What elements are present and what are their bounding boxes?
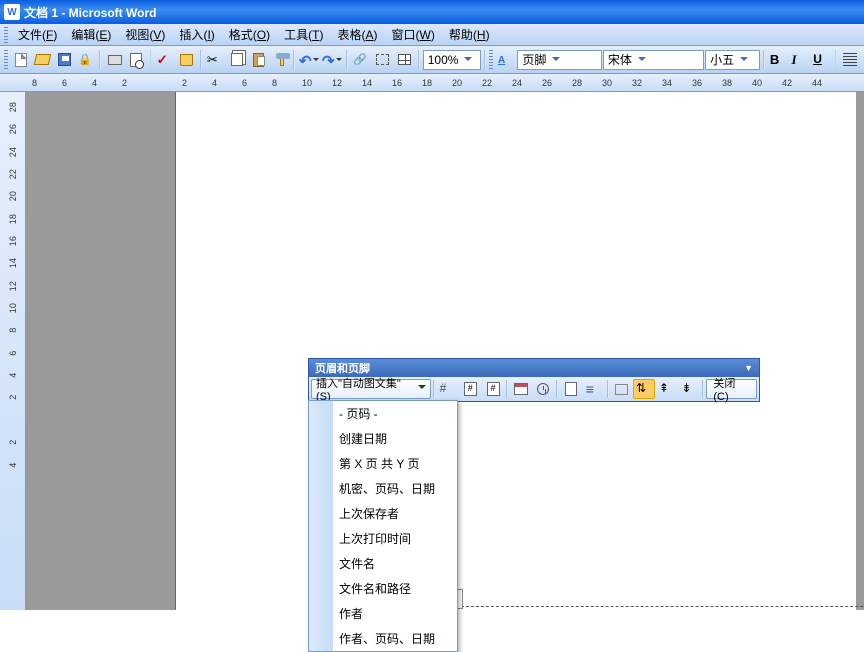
paste-button[interactable]	[248, 49, 269, 71]
header-footer-toolbar[interactable]: 页眉和页脚 插入"自动图文集"(S) 关闭(C)	[308, 358, 760, 402]
toolbar-handle[interactable]	[4, 27, 8, 43]
cut-button[interactable]	[205, 49, 226, 71]
autotext-item-author-page-date[interactable]: 作者、页码、日期	[309, 626, 457, 651]
separator	[506, 380, 508, 398]
tables-borders-button[interactable]	[373, 49, 394, 71]
footer-edit-zone[interactable]: 页脚 ⌐	[431, 606, 864, 610]
copy-button[interactable]	[226, 49, 247, 71]
menu-insert[interactable]: 插入(I)	[173, 24, 220, 45]
page-setup-button[interactable]	[560, 379, 582, 399]
menu-table[interactable]: 表格(A)	[332, 24, 384, 45]
print-preview-button[interactable]	[126, 49, 147, 71]
toolbar-options-icon[interactable]	[744, 362, 753, 374]
font-name-combo[interactable]: 宋体	[603, 50, 704, 70]
save-button[interactable]	[54, 49, 75, 71]
autotext-item-author[interactable]: 作者	[309, 601, 457, 626]
new-button[interactable]	[11, 49, 32, 71]
menu-format[interactable]: 格式(O)	[223, 24, 276, 45]
autotext-item-last-saved-by[interactable]: 上次保存者	[309, 501, 457, 526]
separator	[150, 50, 152, 70]
show-previous-button[interactable]	[656, 379, 678, 399]
insert-date-button[interactable]	[510, 379, 532, 399]
insert-page-count-button[interactable]	[459, 379, 481, 399]
insert-table-button[interactable]	[394, 49, 415, 71]
show-next-button[interactable]	[679, 379, 701, 399]
align-button[interactable]	[839, 49, 860, 71]
vertical-ruler[interactable]: 28262422201816141210864224	[0, 92, 26, 610]
separator	[556, 380, 558, 398]
separator	[835, 50, 837, 70]
print-button[interactable]	[104, 49, 125, 71]
underline-button[interactable]: U	[811, 49, 832, 71]
separator	[418, 50, 420, 70]
italic-button[interactable]: I	[789, 49, 810, 71]
autotext-item-confidential[interactable]: 机密、页码、日期	[309, 476, 457, 501]
permission-button[interactable]	[76, 49, 97, 71]
insert-time-button[interactable]	[533, 379, 555, 399]
menu-help[interactable]: 帮助(H)	[443, 24, 496, 45]
switch-header-footer-button[interactable]	[633, 379, 655, 399]
insert-autotext-button[interactable]: 插入"自动图文集"(S)	[311, 379, 431, 399]
menu-view[interactable]: 视图(V)	[119, 24, 171, 45]
same-as-previous-button[interactable]	[611, 379, 633, 399]
insert-page-number-button[interactable]	[437, 379, 459, 399]
show-hide-doc-button[interactable]	[583, 379, 605, 399]
autotext-item-filename[interactable]: 文件名	[309, 551, 457, 576]
standard-toolbar: 100% 页脚 宋体 小五 B I U	[0, 46, 864, 74]
toolbar-handle[interactable]	[489, 50, 493, 70]
autotext-item-last-printed[interactable]: 上次打印时间	[309, 526, 457, 551]
font-size-combo[interactable]: 小五	[705, 50, 760, 70]
insert-hyperlink-button[interactable]	[351, 49, 372, 71]
research-button[interactable]	[176, 49, 197, 71]
separator	[346, 50, 348, 70]
window-title: 文档 1 - Microsoft Word	[24, 4, 156, 21]
autotext-item-create-date[interactable]: 创建日期	[309, 426, 457, 451]
header-footer-body: 插入"自动图文集"(S) 关闭(C)	[309, 377, 759, 401]
separator	[484, 50, 486, 70]
separator	[702, 380, 704, 398]
toolbar-handle[interactable]	[4, 50, 8, 70]
format-painter-button[interactable]	[270, 49, 291, 71]
autotext-item-page-number[interactable]: - 页码 -	[309, 401, 457, 426]
bold-button[interactable]: B	[768, 49, 789, 71]
styles-pane-button[interactable]	[496, 49, 517, 71]
style-combo[interactable]: 页脚	[517, 50, 601, 70]
title-bar: W 文档 1 - Microsoft Word	[0, 0, 864, 24]
menu-tools[interactable]: 工具(T)	[278, 24, 329, 45]
spell-check-button[interactable]	[154, 49, 175, 71]
separator	[607, 380, 609, 398]
word-icon: W	[4, 4, 20, 20]
menu-file[interactable]: 文件(F)	[12, 24, 63, 45]
open-button[interactable]	[32, 49, 53, 71]
autotext-item-filename-path[interactable]: 文件名和路径	[309, 576, 457, 601]
format-page-number-button[interactable]	[482, 379, 504, 399]
autotext-item-page-x-of-y[interactable]: 第 X 页 共 Y 页	[309, 451, 457, 476]
separator	[293, 50, 295, 70]
autotext-menu: - 页码 - 创建日期 第 X 页 共 Y 页 机密、页码、日期 上次保存者 上…	[308, 400, 458, 652]
separator	[200, 50, 202, 70]
separator	[99, 50, 101, 70]
menu-window[interactable]: 窗口(W)	[386, 24, 441, 45]
separator	[763, 50, 765, 70]
separator	[433, 380, 435, 398]
redo-button[interactable]	[321, 49, 343, 71]
page[interactable]: 页脚 ⌐	[176, 92, 856, 610]
close-header-footer-button[interactable]: 关闭(C)	[706, 379, 757, 399]
undo-button[interactable]	[298, 49, 320, 71]
zoom-combo[interactable]: 100%	[423, 50, 481, 70]
menu-bar: 文件(F) 编辑(E) 视图(V) 插入(I) 格式(O) 工具(T) 表格(A…	[0, 24, 864, 46]
menu-edit[interactable]: 编辑(E)	[65, 24, 117, 45]
horizontal-ruler[interactable]: 8642246810121416182022242628303234363840…	[0, 74, 864, 92]
